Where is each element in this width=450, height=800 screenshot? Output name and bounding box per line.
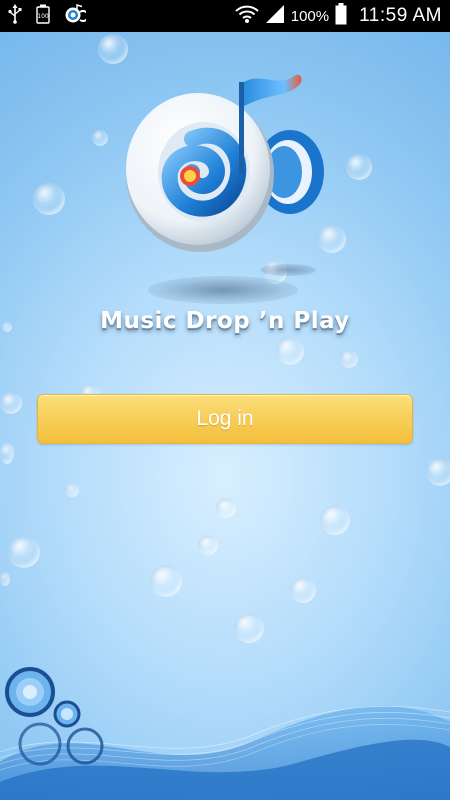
bubble-decoration	[346, 154, 372, 180]
battery-icon	[335, 2, 347, 30]
usb-icon	[8, 3, 22, 29]
app-notification-icon	[64, 3, 89, 29]
bubble-decoration	[33, 183, 65, 215]
storage-badge-text: 100	[37, 13, 49, 20]
clock: 11:59 AM	[359, 5, 442, 26]
status-bar: 100 100% 11:59 AM	[0, 0, 450, 32]
login-button[interactable]: Log in	[37, 394, 413, 444]
bubble-decoration	[65, 483, 79, 497]
bubble-decoration	[0, 392, 22, 414]
bubble-decoration	[234, 613, 264, 643]
bubble-decoration	[340, 350, 358, 368]
bubble-decoration	[276, 337, 304, 365]
logo-shadow	[260, 264, 316, 276]
app-name-title: Music Drop ’n Play	[100, 308, 350, 334]
bubble-decoration	[150, 565, 182, 597]
logo-shadow	[148, 276, 298, 304]
battery-percent: 100%	[290, 7, 330, 25]
login-button-label: Log in	[196, 407, 254, 430]
bubble-decoration	[320, 505, 350, 535]
signal-icon	[265, 4, 285, 29]
bubble-decoration	[0, 572, 10, 586]
system-indicators: 100% 11:59 AM	[235, 2, 442, 30]
bubble-decoration	[216, 498, 236, 518]
bubble-decoration	[198, 535, 218, 555]
splash-screen: Music Drop ’n Play Log in	[0, 32, 450, 800]
bubble-decoration	[92, 130, 108, 146]
bubble-decoration	[8, 536, 40, 568]
wifi-icon	[235, 4, 259, 29]
bubble-decoration	[290, 577, 316, 603]
storage-badge-icon: 100	[36, 4, 50, 29]
bubble-decoration	[0, 442, 14, 464]
bubble-decoration	[426, 458, 450, 486]
music-disc-logo-icon	[126, 74, 324, 252]
notification-icons: 100	[8, 3, 89, 29]
bottom-wave-decoration	[0, 667, 450, 800]
